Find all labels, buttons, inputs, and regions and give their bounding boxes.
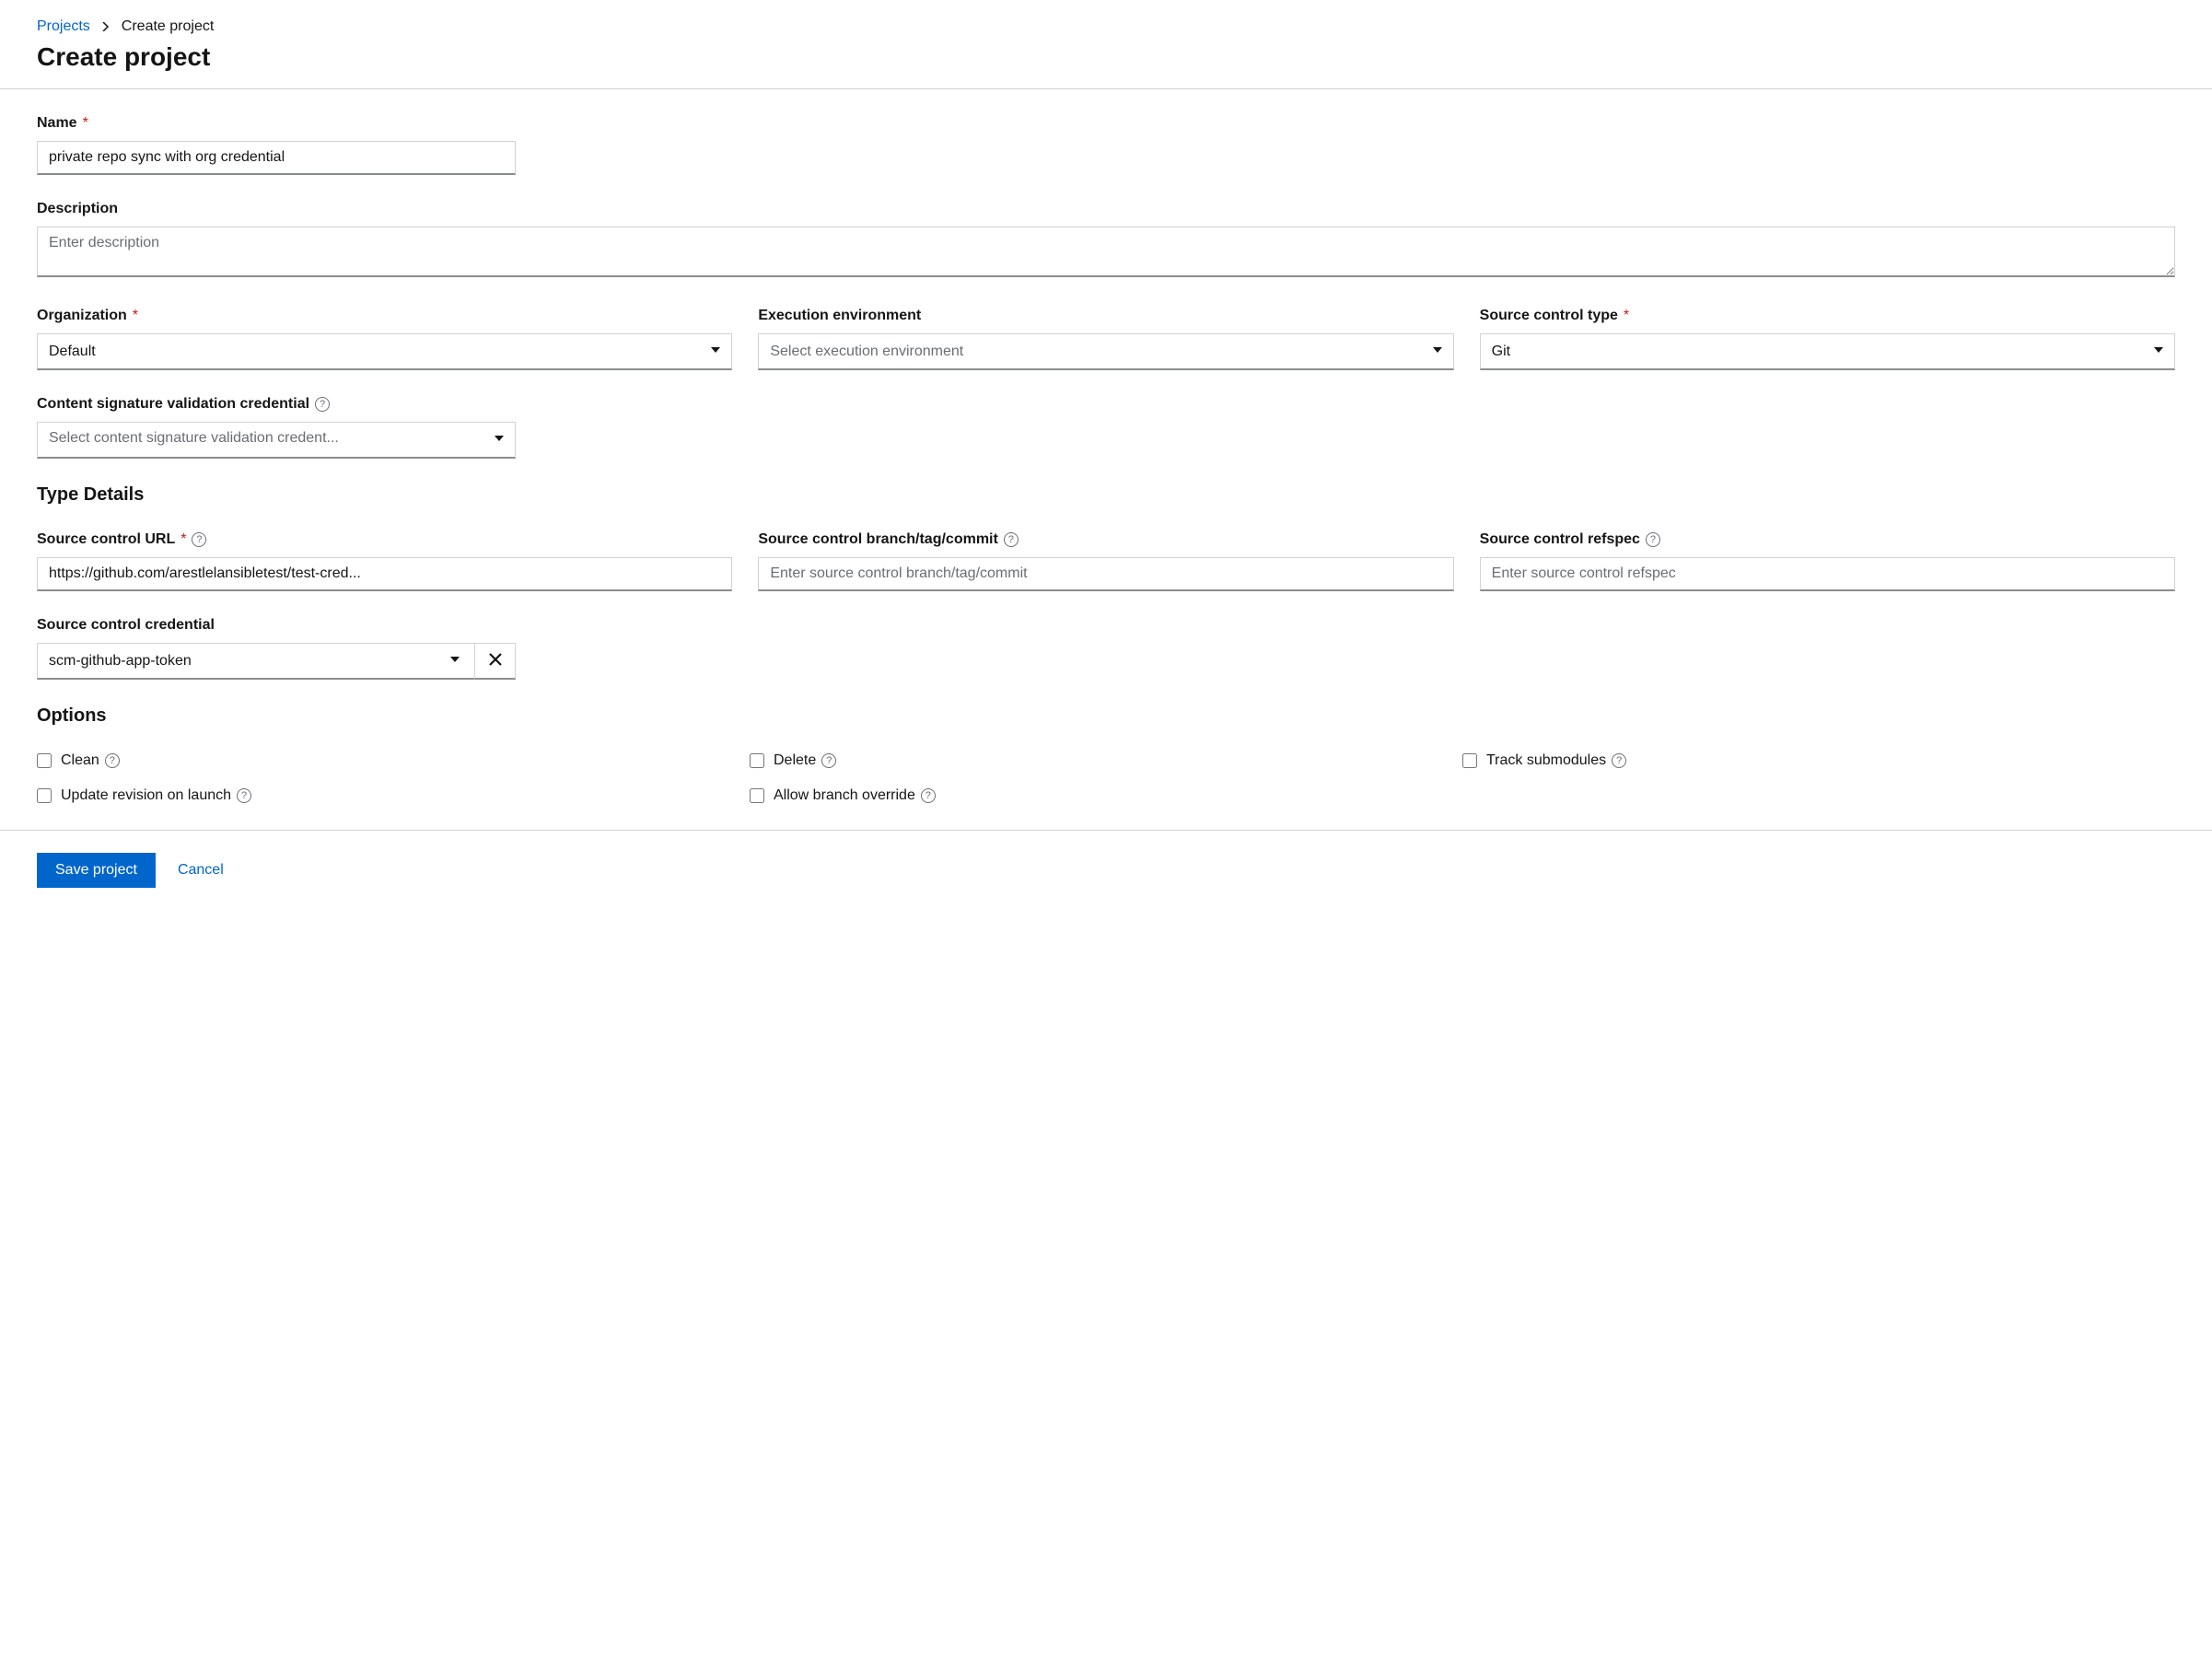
source-control-type-label: Source control type * [1480, 308, 2175, 324]
type-details-heading: Type Details [37, 484, 2175, 506]
chevron-right-icon [101, 19, 111, 34]
name-label: Name * [37, 115, 516, 132]
clean-checkbox[interactable] [37, 753, 52, 768]
delete-checkbox[interactable] [750, 753, 764, 768]
delete-label[interactable]: Delete ? [774, 752, 836, 769]
breadcrumb: Projects Create project [37, 18, 2175, 35]
help-icon[interactable]: ? [315, 397, 330, 412]
scm-refspec-input[interactable] [1480, 557, 2175, 591]
breadcrumb-root-link[interactable]: Projects [37, 18, 90, 35]
content-signature-select[interactable]: Select content signature validation cred… [37, 422, 516, 459]
header-divider [0, 88, 2212, 89]
cancel-button[interactable]: Cancel [178, 862, 224, 879]
help-icon[interactable]: ? [1004, 532, 1019, 547]
scm-url-input[interactable] [37, 557, 732, 591]
page-title: Create project [37, 42, 2175, 72]
description-label: Description [37, 201, 2175, 217]
required-mark: * [83, 115, 88, 132]
update-revision-label[interactable]: Update revision on launch ? [61, 787, 251, 804]
update-revision-checkbox[interactable] [37, 788, 52, 803]
scm-credential-label: Source control credential [37, 617, 516, 634]
scm-branch-label: Source control branch/tag/commit ? [758, 531, 1453, 548]
clean-label[interactable]: Clean ? [61, 752, 120, 769]
help-icon[interactable]: ? [1646, 532, 1660, 547]
scm-credential-select[interactable]: scm-github-app-token [37, 643, 475, 680]
footer-divider [0, 830, 2212, 831]
help-icon[interactable]: ? [237, 788, 251, 803]
execution-environment-select[interactable]: Select execution environment [758, 333, 1453, 370]
help-icon[interactable]: ? [192, 532, 206, 547]
help-icon[interactable]: ? [821, 753, 836, 768]
help-icon[interactable]: ? [1612, 753, 1626, 768]
organization-select[interactable]: Default [37, 333, 732, 370]
required-mark: * [1624, 308, 1629, 324]
save-button[interactable]: Save project [37, 853, 156, 888]
help-icon[interactable]: ? [921, 788, 936, 803]
track-submodules-checkbox[interactable] [1462, 753, 1477, 768]
organization-label: Organization * [37, 308, 732, 324]
options-heading: Options [37, 705, 2175, 727]
breadcrumb-current: Create project [122, 18, 215, 35]
name-input[interactable] [37, 141, 516, 175]
execution-environment-label: Execution environment [758, 308, 1453, 324]
allow-branch-override-label[interactable]: Allow branch override ? [774, 787, 936, 804]
content-signature-label: Content signature validation credential … [37, 396, 516, 413]
required-mark: * [180, 531, 186, 548]
allow-branch-override-checkbox[interactable] [750, 788, 764, 803]
scm-branch-input[interactable] [758, 557, 1453, 591]
required-mark: * [133, 308, 138, 324]
scm-refspec-label: Source control refspec ? [1480, 531, 2175, 548]
source-control-type-select[interactable]: Git [1480, 333, 2175, 370]
track-submodules-label[interactable]: Track submodules ? [1486, 752, 1626, 769]
help-icon[interactable]: ? [105, 753, 120, 768]
description-input[interactable] [37, 227, 2175, 277]
clear-credential-button[interactable] [475, 643, 516, 680]
close-icon [489, 653, 502, 669]
scm-url-label: Source control URL * ? [37, 531, 732, 548]
